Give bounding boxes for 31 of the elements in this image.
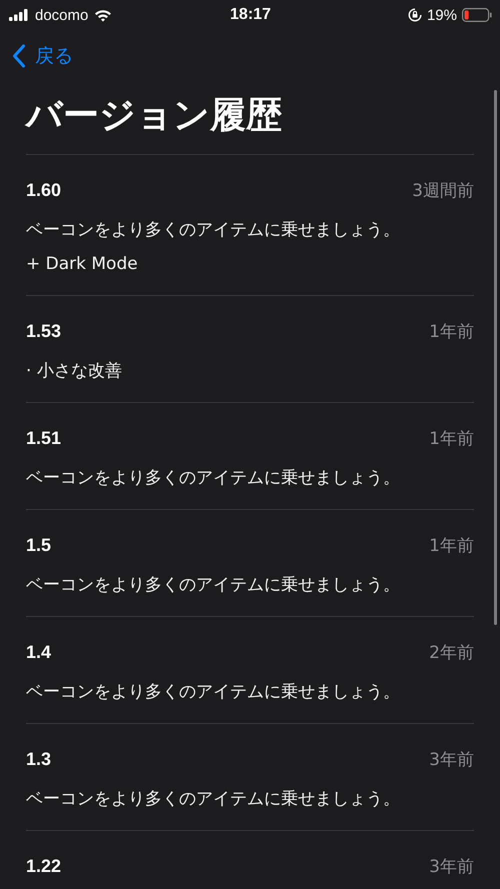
battery-icon	[462, 8, 492, 22]
release-date: 3年前	[429, 856, 474, 878]
version-number: 1.3	[26, 748, 52, 770]
carrier-name: docomo	[35, 6, 88, 24]
rotation-lock-icon	[408, 8, 422, 22]
chevron-left-icon	[12, 44, 26, 68]
release-note: ベーコンをより多くのアイテムに乗せましょう。	[26, 788, 401, 811]
version-number: 1.22	[26, 856, 62, 876]
release-date: 3年前	[429, 748, 474, 770]
signal-icon	[9, 9, 29, 21]
page-title: バージョン履歴	[24, 94, 283, 138]
version-number: 1.51	[26, 428, 62, 448]
release-date: 1年前	[429, 428, 474, 450]
release-date: 2年前	[429, 642, 474, 664]
version-number: 1.60	[26, 180, 62, 200]
release-note: ベーコンをより多くのアイテムに乗せましょう。	[26, 681, 401, 704]
release-note: · 小さな改善	[26, 360, 123, 383]
version-number: 1.5	[26, 534, 52, 556]
release-date: 3週間前	[412, 180, 474, 202]
release-date: 1年前	[429, 320, 474, 342]
wifi-icon	[94, 8, 112, 22]
battery-percent: 19%	[426, 6, 457, 24]
version-number: 1.4	[26, 642, 52, 662]
release-note: ベーコンをより多くのアイテムに乗せましょう。	[26, 467, 401, 490]
release-note: + Dark Mode	[26, 253, 139, 276]
clock-time: 18:17	[230, 6, 271, 24]
release-note: ベーコンをより多くのアイテムに乗せましょう。	[26, 219, 401, 242]
version-number: 1.53	[26, 320, 62, 342]
release-date: 1年前	[429, 534, 474, 556]
release-note: ベーコンをより多くのアイテムに乗せましょう。	[26, 574, 401, 597]
back-button[interactable]: 戻る	[12, 43, 73, 69]
